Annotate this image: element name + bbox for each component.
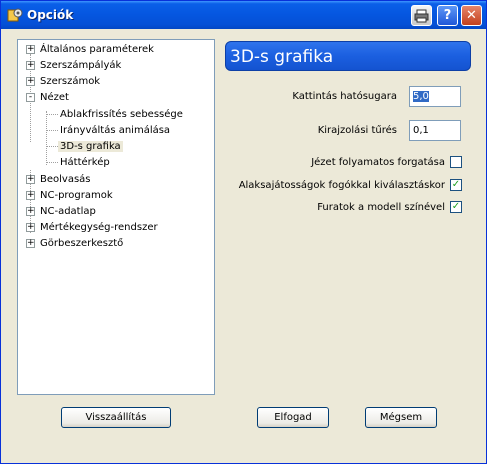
tree-item-label: Görbeszerkesztő <box>40 238 124 249</box>
expand-icon[interactable]: + <box>26 77 35 86</box>
help-icon: ? <box>443 8 452 23</box>
expand-icon[interactable]: + <box>26 223 35 232</box>
cancel-button[interactable]: Mégsem <box>365 407 437 428</box>
options-tree[interactable]: + Általános paraméterek + Szerszámpályák… <box>17 39 215 395</box>
expand-icon[interactable]: + <box>26 45 35 54</box>
title-bar[interactable]: Opciók ? ✕ <box>1 1 486 29</box>
tree-item-label: Háttérkép <box>60 157 110 168</box>
click-radius-input[interactable]: 5,0 <box>409 86 461 107</box>
tree-item-label: Mértékegység-rendszer <box>40 222 158 233</box>
window-title: Opciók <box>27 8 74 22</box>
feature-handles-label: Alaksajátosságok fogókkal kiválasztáskor <box>238 180 445 191</box>
tolerance-input[interactable]: 0,1 <box>409 120 461 141</box>
tree-line <box>46 162 58 163</box>
tree-item-iranyvaltas[interactable]: Irányváltás animálása <box>60 123 170 138</box>
expand-icon[interactable]: + <box>26 207 35 216</box>
tree-item-label: NC-programok <box>40 190 113 201</box>
tree-line <box>46 111 47 165</box>
close-icon: ✕ <box>466 8 477 23</box>
tree-item-3d-grafika[interactable]: 3D-s grafika <box>58 139 123 154</box>
expand-icon[interactable]: + <box>26 61 35 70</box>
feature-handles-checkbox[interactable]: ✓ <box>450 179 462 191</box>
tree-item-label: Általános paraméterek <box>40 44 154 55</box>
print-button[interactable] <box>411 5 432 26</box>
tree-item-label: Szerszámok <box>40 76 101 87</box>
expand-icon[interactable]: + <box>26 239 35 248</box>
checkmark-icon: ✓ <box>451 179 461 190</box>
options-dialog: Opciók ? ✕ + Általános paraméterek + Sze… <box>0 0 487 464</box>
tree-item-label: Irányváltás animálása <box>60 125 171 136</box>
continuous-rotation-label: Jézet folyamatos forgatása <box>311 157 445 168</box>
tree-item-hatterkep[interactable]: Háttérkép <box>60 155 110 170</box>
print-icon <box>414 9 429 22</box>
tree-item-label: NC-adatlap <box>40 206 96 217</box>
tree-line <box>46 114 58 115</box>
tree-line <box>46 130 58 131</box>
tree-item-label: Beolvasás <box>40 174 91 185</box>
continuous-rotation-checkbox[interactable] <box>450 156 462 168</box>
tree-item-label: Szerszámpályák <box>40 60 122 71</box>
expand-icon[interactable]: + <box>26 175 35 184</box>
tree-line <box>46 146 58 147</box>
collapse-icon[interactable]: - <box>26 93 35 102</box>
panel-title: 3D-s grafika <box>225 41 471 71</box>
click-radius-value: 5,0 <box>413 91 429 102</box>
tolerance-label: Kirajzolási tűrés <box>317 125 397 136</box>
holes-model-color-label: Furatok a modell színével <box>317 202 445 213</box>
tree-item-label: Nézet <box>40 92 69 103</box>
click-radius-label: Kattintás hatósugara <box>292 91 397 102</box>
close-button[interactable]: ✕ <box>461 5 482 26</box>
tree-item-ablakfrissites[interactable]: Ablakfrissítés sebessége <box>60 107 183 122</box>
app-icon <box>7 8 23 22</box>
expand-icon[interactable]: + <box>26 191 35 200</box>
checkmark-icon: ✓ <box>451 201 461 212</box>
tree-item-label: 3D-s grafika <box>58 141 123 152</box>
tree-item-label: Ablakfrissítés sebessége <box>60 109 183 120</box>
reset-button[interactable]: Visszaállítás <box>61 407 171 428</box>
help-button[interactable]: ? <box>437 5 458 26</box>
ok-button[interactable]: Elfogad <box>257 407 329 428</box>
holes-model-color-checkbox[interactable]: ✓ <box>450 201 462 213</box>
